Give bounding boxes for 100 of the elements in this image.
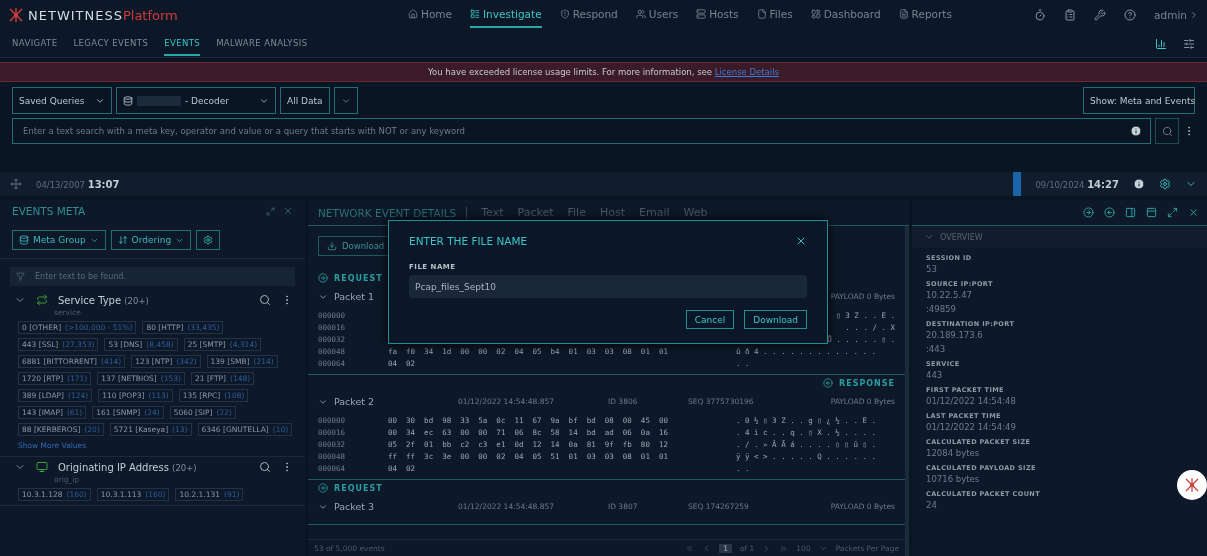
section-title: OVERVIEW (940, 232, 983, 242)
service-dropdown[interactable]: - Decoder (116, 87, 276, 114)
settings-icon[interactable] (1159, 178, 1171, 190)
direction-label: REQUEST (318, 273, 383, 283)
chevron-right-icon[interactable] (1189, 10, 1199, 20)
search-button[interactable] (1155, 118, 1179, 144)
query-search-field[interactable]: Enter a text search with a meta key, operator and value or a query that starts with NOT or any keyword (12, 118, 1151, 144)
redacted-block (137, 95, 181, 106)
search-input[interactable]: Enter a text search with a meta key, operator and value or a query that starts with NOT or any keyword (21, 125, 1130, 137)
direction-label: RESPONSE (823, 378, 895, 388)
nav-tab[interactable]: Users (635, 2, 679, 28)
nav-tab[interactable]: Reports (898, 2, 952, 28)
nav-tab[interactable]: Investigate (470, 2, 542, 28)
nav-tab[interactable]: Files (756, 2, 793, 28)
sort-icon (117, 235, 128, 245)
field-value: 20.189.173.6 (926, 329, 984, 342)
move-icon[interactable] (10, 178, 22, 190)
arrow-right-circle-icon (318, 273, 328, 283)
field-value: 24 (926, 499, 938, 512)
search-icon[interactable] (259, 294, 271, 306)
dashboard-icon (810, 9, 821, 19)
nav-tab[interactable]: Hosts (696, 2, 739, 28)
settings-icon (203, 235, 214, 245)
help-icon[interactable] (1124, 9, 1137, 21)
close-icon[interactable] (283, 206, 293, 216)
settings-button[interactable] (196, 230, 221, 250)
home-icon (408, 9, 418, 19)
license-warning: You have exceeded license usage limits. For more information, see License Details (428, 67, 779, 77)
arrows-icon (36, 294, 48, 306)
sub-tab[interactable]: MALWARE ANALYSIS (216, 31, 308, 56)
field-value: 01/12/2022 14:54:49 (926, 421, 1017, 434)
field-value: 01/12/2022 14:54:48 (926, 395, 1017, 408)
ordering-button[interactable]: Ordering (110, 230, 192, 250)
info-icon[interactable] (1130, 125, 1142, 137)
request-icon[interactable] (1083, 207, 1094, 218)
packet-name[interactable]: Packet 2 (318, 396, 458, 407)
search-icon (1161, 125, 1173, 137)
info-icon[interactable] (1133, 178, 1145, 190)
range-caret-button[interactable] (334, 87, 358, 114)
show-dropdown[interactable]: Show: Meta and Events (1083, 87, 1195, 114)
list-icon (470, 9, 480, 19)
shield-icon (559, 9, 570, 19)
saved-queries-dropdown[interactable]: Saved Queries (12, 87, 112, 114)
group-name: Service Type (20+) (58, 294, 149, 306)
panel-title: NETWORK EVENT DETAILS (318, 206, 468, 219)
close-icon (795, 235, 807, 247)
panel-icon[interactable] (1125, 207, 1136, 218)
layout-icon[interactable] (1146, 207, 1157, 218)
field-value: 53 (926, 263, 938, 276)
expand-icon[interactable] (1167, 207, 1178, 218)
database-icon (123, 95, 133, 106)
search-icon[interactable] (259, 461, 271, 473)
sub-tab[interactable]: NAVIGATE (12, 31, 58, 56)
close-icon[interactable] (1188, 207, 1199, 218)
arrow-right-circle-icon (318, 483, 328, 493)
close-button[interactable] (795, 235, 807, 247)
filter-input[interactable]: Enter text to be found. (33, 271, 289, 282)
download-button[interactable]: Download (744, 310, 807, 329)
sub-tab[interactable]: LEGACY EVENTS (73, 31, 149, 56)
response-icon[interactable] (1104, 207, 1115, 218)
cancel-button[interactable]: Cancel (685, 310, 735, 329)
brand-logo: NETWITNESSPlatform (28, 7, 178, 23)
range-dropdown[interactable]: All Data (280, 87, 330, 114)
panel-title: EVENTS META (12, 205, 86, 217)
range-marker[interactable] (1013, 172, 1022, 196)
sliders-icon[interactable] (1183, 37, 1195, 50)
field-value: 10716 bytes (926, 473, 981, 486)
nav-tab[interactable]: Dashboard (810, 2, 881, 28)
logo-icon (8, 7, 24, 23)
file-icon (756, 9, 767, 19)
nav-tab[interactable]: Home (408, 2, 452, 28)
sub-tab[interactable]: EVENTS (164, 31, 201, 56)
server-icon (696, 9, 707, 19)
field-value: :49859 (926, 303, 957, 316)
tools-icon[interactable] (1094, 9, 1107, 21)
field-value: :443 (926, 343, 947, 356)
users-icon (635, 9, 646, 19)
start-time: 04/13/2007 13:07 (36, 178, 120, 190)
document-icon (898, 9, 909, 19)
arrow-left-circle-icon (823, 378, 833, 388)
clipboard-icon[interactable] (1064, 9, 1077, 21)
filter-icon (16, 272, 25, 281)
download-icon (327, 241, 337, 251)
meta-group-button[interactable]: Meta Group (12, 230, 106, 250)
nav-tab[interactable]: Respond (559, 2, 618, 28)
filter-field[interactable]: Enter text to be found. (10, 267, 295, 286)
end-time: 09/10/2024 14:27 (1035, 178, 1119, 190)
dialog-title: ENTER THE FILE NAME (409, 235, 528, 247)
chart-icon[interactable] (1155, 37, 1167, 50)
database-icon (19, 235, 29, 245)
timer-icon[interactable] (1034, 9, 1047, 21)
field-value: 12084 bytes (926, 447, 981, 460)
user-menu[interactable]: admin (1154, 9, 1187, 21)
packet-name[interactable]: Packet 3 (318, 501, 458, 512)
license-link[interactable]: License Details (714, 67, 779, 77)
group-name: Originating IP Address (20+) (58, 461, 197, 473)
file-name-field[interactable]: Pcap_files_Sept10 (409, 275, 807, 298)
direction-label: REQUEST (318, 483, 383, 493)
field-value: 443 (926, 369, 944, 382)
monitor-icon (36, 461, 48, 473)
